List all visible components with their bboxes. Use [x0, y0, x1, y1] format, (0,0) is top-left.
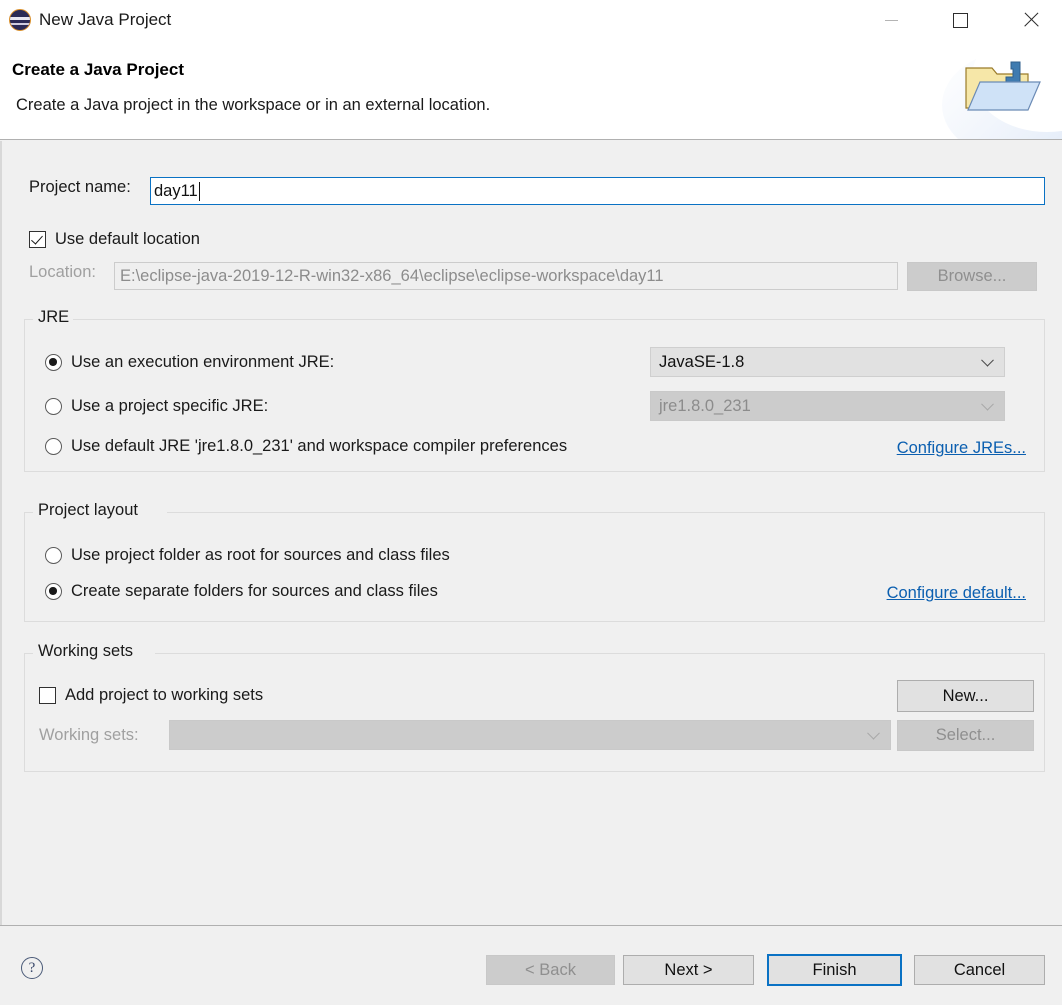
java-project-folder-icon [962, 58, 1042, 120]
chevron-down-icon [867, 727, 880, 740]
execution-environment-value: JavaSE-1.8 [659, 353, 744, 372]
close-button[interactable] [1008, 0, 1054, 40]
group-border-top-right [71, 319, 1045, 320]
working-sets-label: Working sets: [39, 726, 139, 745]
help-icon[interactable]: ? [21, 957, 43, 979]
finish-button[interactable]: Finish [767, 954, 902, 986]
jre-radio-project-specific-label: Use a project specific JRE: [71, 397, 268, 416]
eclipse-icon [9, 9, 31, 31]
layout-radio-project-folder-root-label: Use project folder as root for sources a… [71, 546, 450, 565]
next-button[interactable]: Next > [623, 955, 754, 985]
location-value: E:\eclipse-java-2019-12-R-win32-x86_64\e… [120, 267, 664, 286]
group-border-top-right [155, 653, 1045, 654]
radio-icon [45, 583, 62, 600]
group-border-top-left [24, 512, 33, 513]
dialog-header: Create a Java Project Create a Java proj… [0, 40, 1062, 140]
project-name-label: Project name: [29, 178, 131, 197]
jre-radio-execution-environment[interactable]: Use an execution environment JRE: [45, 353, 334, 372]
minimize-button[interactable] [868, 0, 914, 40]
jre-radio-default[interactable]: Use default JRE 'jre1.8.0_231' and works… [45, 437, 567, 456]
working-sets-group: Working sets Add project to working sets… [24, 653, 1045, 772]
jre-group-label: JRE [34, 308, 73, 327]
maximize-icon [953, 13, 968, 28]
dialog-body: Project name: day11 Use default location… [0, 141, 1062, 925]
new-java-project-dialog: New Java Project Create a Java Project C… [0, 0, 1062, 1005]
maximize-button[interactable] [937, 0, 983, 40]
browse-button: Browse... [907, 262, 1037, 291]
select-working-set-button: Select... [897, 720, 1034, 751]
group-border-top-right [167, 512, 1045, 513]
working-sets-group-label: Working sets [34, 642, 137, 661]
add-project-to-working-sets-checkbox[interactable]: Add project to working sets [39, 686, 263, 705]
checkbox-icon [29, 231, 46, 248]
radio-icon [45, 438, 62, 455]
working-sets-combo [169, 720, 891, 750]
page-description: Create a Java project in the workspace o… [16, 96, 490, 115]
jre-radio-execution-environment-label: Use an execution environment JRE: [71, 353, 334, 372]
project-layout-group-label: Project layout [34, 501, 142, 520]
add-project-to-working-sets-label: Add project to working sets [65, 686, 263, 705]
project-jre-value: jre1.8.0_231 [659, 397, 751, 416]
window-title: New Java Project [39, 9, 171, 31]
title-bar: New Java Project [0, 0, 1062, 40]
working-sets-row: Working sets: [39, 726, 139, 745]
banner-image [932, 40, 1062, 139]
jre-radio-default-label: Use default JRE 'jre1.8.0_231' and works… [71, 437, 567, 456]
text-caret [199, 182, 200, 201]
project-name-row: Project name: [29, 178, 131, 197]
location-input: E:\eclipse-java-2019-12-R-win32-x86_64\e… [114, 262, 898, 290]
close-icon [1022, 11, 1040, 29]
configure-default-link[interactable]: Configure default... [887, 584, 1026, 603]
page-title: Create a Java Project [12, 60, 184, 80]
project-layout-group: Project layout Use project folder as roo… [24, 512, 1045, 622]
jre-group: JRE Use an execution environment JRE: Ja… [24, 319, 1045, 472]
new-working-set-button[interactable]: New... [897, 680, 1034, 712]
execution-environment-combo[interactable]: JavaSE-1.8 [650, 347, 1005, 377]
configure-jres-link[interactable]: Configure JREs... [897, 439, 1026, 458]
cancel-button[interactable]: Cancel [914, 955, 1045, 985]
location-label: Location: [29, 263, 96, 282]
checkbox-icon [39, 687, 56, 704]
radio-icon [45, 547, 62, 564]
layout-radio-separate-folders-label: Create separate folders for sources and … [71, 582, 438, 601]
group-border-top-left [24, 319, 33, 320]
chevron-down-icon [981, 398, 994, 411]
group-border-top-left [24, 653, 33, 654]
project-name-value: day11 [154, 182, 198, 201]
layout-radio-project-folder-root[interactable]: Use project folder as root for sources a… [45, 546, 450, 565]
back-button: < Back [486, 955, 615, 985]
use-default-location-checkbox[interactable]: Use default location [29, 230, 200, 249]
project-jre-combo: jre1.8.0_231 [650, 391, 1005, 421]
radio-icon [45, 354, 62, 371]
layout-radio-separate-folders[interactable]: Create separate folders for sources and … [45, 582, 438, 601]
chevron-down-icon [981, 354, 994, 367]
title-bar-left: New Java Project [9, 6, 171, 34]
location-row: Location: [29, 263, 96, 282]
minimize-icon [885, 20, 898, 21]
use-default-location-label: Use default location [55, 230, 200, 249]
jre-radio-project-specific[interactable]: Use a project specific JRE: [45, 397, 268, 416]
radio-icon [45, 398, 62, 415]
project-name-input[interactable]: day11 [150, 177, 1045, 205]
